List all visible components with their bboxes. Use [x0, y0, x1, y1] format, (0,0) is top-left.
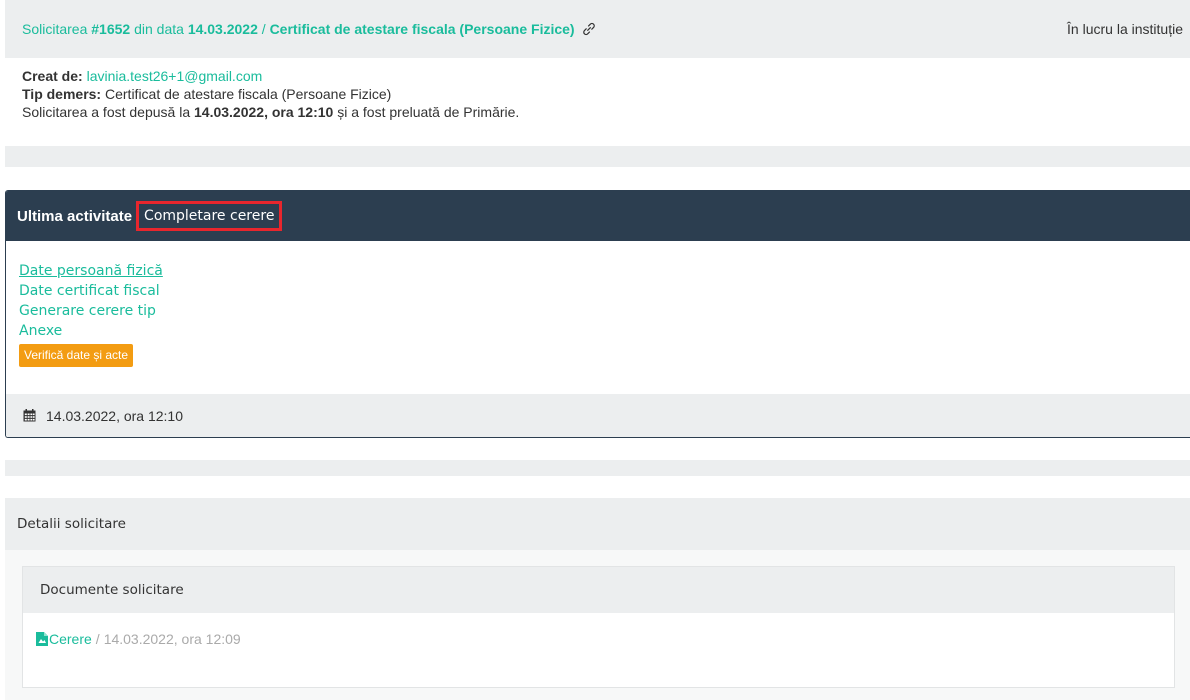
request-prefix: Solicitarea: [22, 21, 88, 37]
activity-link-date-certificat[interactable]: Date certificat fiscal: [19, 281, 1190, 301]
last-activity-body: Date persoană fizică Date certificat fis…: [6, 241, 1190, 367]
document-date: 14.03.2022, ora 12:09: [103, 631, 241, 647]
submitted-prefix: Solicitarea a fost depusă la: [22, 104, 191, 120]
submitted-row: Solicitarea a fost depusă la 14.03.2022,…: [22, 103, 1173, 121]
last-activity-footer: 14.03.2022, ora 12:10: [6, 394, 1190, 437]
section-divider: [5, 460, 1190, 476]
request-number: #1652: [91, 21, 131, 37]
document-separator: /: [95, 631, 100, 647]
created-by-row: Creat de: lavinia.test26+1@gmail.com: [22, 67, 1173, 85]
page: Solicitarea #1652 din data 14.03.2022 / …: [0, 0, 1190, 700]
activity-link-generare-cerere[interactable]: Generare cerere tip: [19, 301, 1190, 321]
request-card: Solicitarea #1652 din data 14.03.2022 / …: [5, 0, 1190, 167]
details-card: Detalii solicitare Documente solicitare …: [5, 498, 1190, 700]
link-icon[interactable]: [582, 22, 596, 36]
request-date-prefix: din data: [134, 21, 184, 37]
last-activity-value: Completare cerere: [136, 201, 283, 231]
documents-card: Documente solicitare Cerere / 14.03.2022…: [22, 566, 1175, 688]
request-date: 14.03.2022: [187, 21, 258, 37]
request-separator: /: [261, 21, 266, 37]
request-type-title[interactable]: Certificat de atestare fiscala (Persoane…: [270, 21, 575, 37]
document-row: Cerere / 14.03.2022, ora 12:09: [23, 613, 1174, 647]
type-label: Tip demers:: [22, 86, 102, 102]
file-icon: [36, 632, 48, 646]
request-title: Solicitarea #1652 din data 14.03.2022 / …: [22, 21, 596, 37]
document-link-cerere[interactable]: Cerere: [49, 631, 92, 647]
last-activity-card: Ultima activitate Completare cerere Date…: [5, 190, 1190, 438]
activity-link-anexe[interactable]: Anexe: [19, 321, 1190, 341]
request-header: Solicitarea #1652 din data 14.03.2022 / …: [5, 0, 1190, 58]
created-by-label: Creat de:: [22, 68, 83, 84]
calendar-icon: [23, 409, 36, 422]
last-activity-title: Ultima activitate: [17, 207, 133, 225]
request-card-footer: [5, 146, 1190, 167]
submitted-suffix: și a fost preluată de Primărie.: [337, 104, 520, 120]
verify-button[interactable]: Verifică date și acte: [19, 344, 134, 367]
request-info: Creat de: lavinia.test26+1@gmail.com Tip…: [5, 58, 1190, 121]
created-by-email[interactable]: lavinia.test26+1@gmail.com: [87, 68, 263, 84]
activity-timestamp: 14.03.2022, ora 12:10: [46, 407, 184, 424]
documents-header: Documente solicitare: [23, 567, 1174, 613]
type-value: Certificat de atestare fiscala (Persoane…: [105, 86, 392, 102]
last-activity-header: Ultima activitate Completare cerere: [6, 191, 1190, 241]
submitted-at: 14.03.2022, ora 12:10: [194, 104, 334, 120]
activity-link-date-persoana[interactable]: Date persoană fizică: [19, 261, 1190, 281]
details-header: Detalii solicitare: [5, 498, 1190, 550]
request-status: În lucru la instituție: [1067, 21, 1183, 37]
type-row: Tip demers: Certificat de atestare fisca…: [22, 85, 1173, 103]
